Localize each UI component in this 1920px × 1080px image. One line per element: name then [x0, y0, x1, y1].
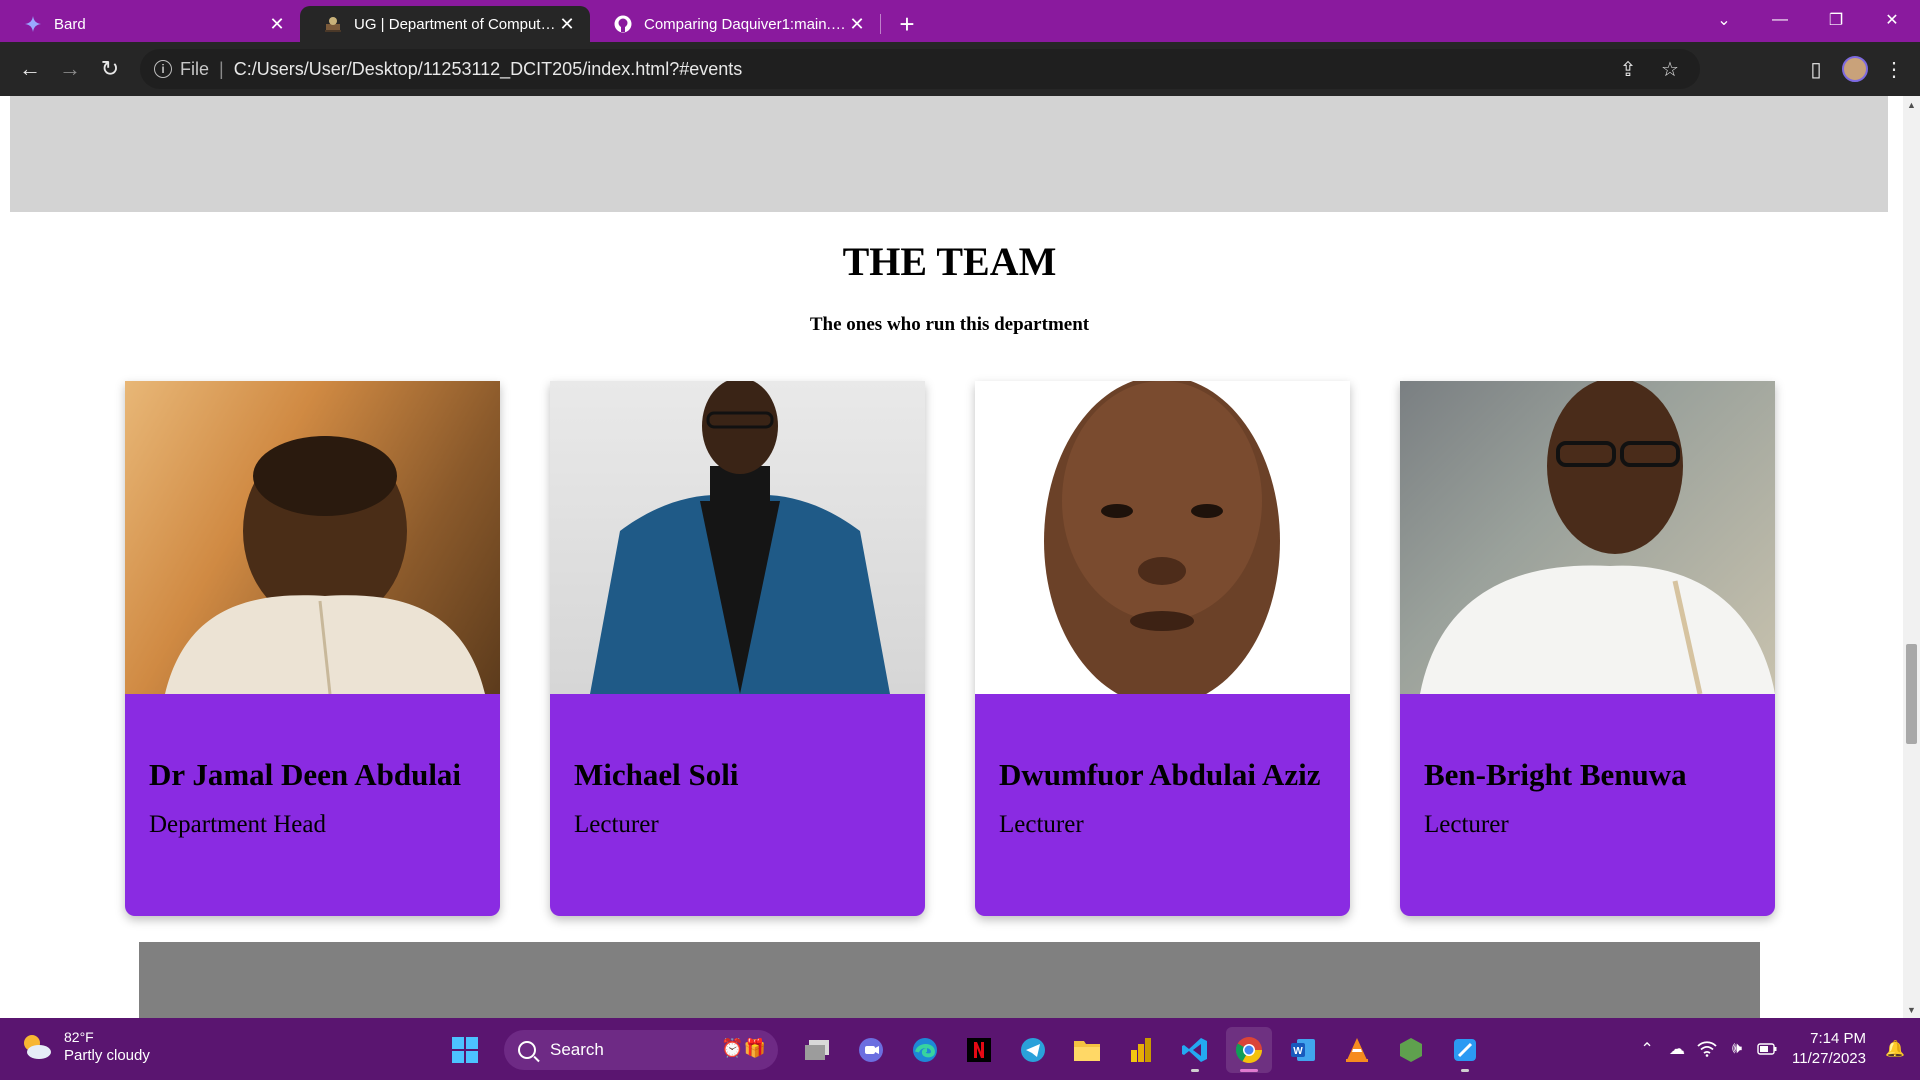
close-window-icon[interactable]: ✕	[1864, 0, 1920, 40]
edge-icon[interactable]	[902, 1027, 948, 1073]
task-view-icon[interactable]	[794, 1027, 840, 1073]
back-icon[interactable]: ←	[10, 49, 50, 89]
member-role: Lecturer	[574, 811, 659, 838]
file-explorer-icon[interactable]	[1064, 1027, 1110, 1073]
next-section-block	[139, 942, 1760, 1018]
page-viewport: THE TEAM The ones who run this departmen…	[0, 96, 1903, 1018]
ug-crest-icon	[324, 15, 342, 33]
system-tray: ⌃ ☁ 🕪 7:14 PM 11/27/2023 🔔	[1632, 1018, 1920, 1080]
tab-separator	[880, 14, 881, 34]
github-icon	[614, 15, 632, 33]
member-role: Lecturer	[999, 811, 1084, 838]
profile-avatar[interactable]	[1842, 56, 1868, 82]
tab-title: UG | Department of Computer Science	[354, 15, 556, 33]
nodejs-icon[interactable]	[1388, 1027, 1434, 1073]
address-bar[interactable]: i File | C:/Users/User/Desktop/11253112_…	[140, 49, 1700, 89]
member-role: Lecturer	[1424, 811, 1509, 838]
running-indicator	[1240, 1069, 1258, 1072]
window-controls: ⌄ — ❐ ✕	[1696, 0, 1920, 42]
taskbar-apps: Search ⏰🎁 W	[442, 1027, 1488, 1073]
member-name: Ben-Bright Benuwa	[1424, 757, 1687, 792]
windows-taskbar: 82°F Partly cloudy Search ⏰🎁 W ⌃ ☁ 🕪 7:1…	[0, 1018, 1920, 1080]
scroll-up-icon[interactable]: ▲	[1903, 96, 1920, 113]
close-tab-icon[interactable]: ✕	[846, 13, 868, 35]
netflix-icon[interactable]	[956, 1027, 1002, 1073]
search-icon	[518, 1041, 536, 1059]
url-text[interactable]: C:/Users/User/Desktop/11253112_DCIT205/i…	[234, 59, 743, 80]
taskbar-search-box[interactable]: Search ⏰🎁	[504, 1030, 778, 1070]
forward-icon[interactable]: →	[50, 49, 90, 89]
member-name: Dr Jamal Deen Abdulai	[149, 757, 462, 792]
notification-bell-icon[interactable]: 🔔	[1880, 1034, 1910, 1064]
browser-toolbar: ← → ↻ i File | C:/Users/User/Desktop/112…	[0, 42, 1920, 96]
team-member-photo	[1400, 381, 1775, 694]
volume-icon[interactable]: 🕪	[1722, 1034, 1752, 1064]
clock-date: 11/27/2023	[1792, 1050, 1866, 1067]
page-scrollbar[interactable]: ▲ ▼	[1903, 96, 1920, 1018]
weather-widget[interactable]: 82°F Partly cloudy	[20, 1028, 150, 1066]
tab-bard[interactable]: Bard ✕	[0, 6, 300, 42]
tab-title: Bard	[54, 15, 86, 33]
search-highlight-icon: ⏰🎁	[721, 1038, 766, 1058]
running-indicator	[1191, 1069, 1199, 1072]
close-tab-icon[interactable]: ✕	[556, 13, 578, 35]
scrollbar-thumb[interactable]	[1906, 644, 1917, 744]
member-name: Michael Soli	[574, 757, 739, 792]
reload-icon[interactable]: ↻	[90, 49, 130, 89]
restore-icon[interactable]: ❐	[1808, 0, 1864, 40]
share-icon[interactable]: ⇪	[1612, 53, 1644, 85]
start-icon[interactable]	[442, 1027, 488, 1073]
tab-ug-department[interactable]: UG | Department of Computer Science ✕	[300, 6, 590, 42]
team-member-photo	[125, 381, 500, 694]
running-indicator	[1461, 1069, 1469, 1072]
wifi-icon[interactable]	[1692, 1034, 1722, 1064]
bookmark-star-icon[interactable]: ☆	[1654, 53, 1686, 85]
tab-search-chevron-icon[interactable]: ⌄	[1696, 0, 1752, 40]
new-tab-button[interactable]: +	[889, 6, 925, 42]
scroll-down-icon[interactable]: ▼	[1903, 1001, 1920, 1018]
weather-temp: 82°F	[64, 1029, 94, 1045]
minimize-icon[interactable]: —	[1752, 0, 1808, 40]
side-panel-icon[interactable]: ▯	[1800, 53, 1832, 85]
word-icon[interactable]: W	[1280, 1027, 1326, 1073]
team-card: Dr Jamal Deen Abdulai Department Head	[125, 381, 500, 916]
vscode-icon[interactable]	[1172, 1027, 1218, 1073]
member-role: Department Head	[149, 811, 327, 838]
tab-title: Comparing Daquiver1:main...Dzifa	[644, 15, 846, 33]
team-member-photo	[550, 381, 925, 694]
taskbar-clock[interactable]: 7:14 PM 11/27/2023	[1792, 1029, 1866, 1069]
search-label: Search	[550, 1040, 604, 1059]
bard-sparkle-icon	[24, 15, 42, 33]
url-divider: |	[219, 58, 224, 79]
member-name: Dwumfuor Abdulai Aziz	[999, 757, 1321, 792]
team-card: Ben-Bright Benuwa Lecturer	[1400, 381, 1775, 916]
power-bi-icon[interactable]	[1118, 1027, 1164, 1073]
team-member-photo	[975, 381, 1350, 694]
menu-kebab-icon[interactable]: ⋮	[1878, 53, 1910, 85]
team-cards: Dr Jamal Deen Abdulai Department Head Mi…	[125, 381, 1775, 916]
svg-text:W: W	[1293, 1046, 1303, 1057]
close-tab-icon[interactable]: ✕	[266, 13, 288, 35]
paint-icon[interactable]	[1442, 1027, 1488, 1073]
team-card: Dwumfuor Abdulai Aziz Lecturer	[975, 381, 1350, 916]
clock-time: 7:14 PM	[1810, 1030, 1866, 1047]
section-subtitle: The ones who run this department	[809, 314, 1090, 335]
url-scheme: File	[180, 58, 210, 79]
chevron-up-icon[interactable]: ⌃	[1632, 1034, 1662, 1064]
partly-cloudy-icon	[20, 1031, 52, 1063]
battery-icon[interactable]	[1752, 1034, 1782, 1064]
teams-chat-icon[interactable]	[848, 1027, 894, 1073]
site-info-icon[interactable]: i	[154, 60, 172, 78]
telegram-icon[interactable]	[1010, 1027, 1056, 1073]
page-title: THE TEAM	[842, 239, 1057, 284]
chrome-icon[interactable]	[1226, 1027, 1272, 1073]
hero-strip	[10, 96, 1888, 212]
weather-condition: Partly cloudy	[64, 1047, 150, 1064]
tab-github-compare[interactable]: Comparing Daquiver1:main...Dzifa ✕	[590, 6, 880, 42]
browser-tab-strip: Bard ✕ UG | Department of Computer Scien…	[0, 0, 1920, 42]
team-card: Michael Soli Lecturer	[550, 381, 925, 916]
vlc-icon[interactable]	[1334, 1027, 1380, 1073]
onedrive-icon[interactable]: ☁	[1662, 1034, 1692, 1064]
